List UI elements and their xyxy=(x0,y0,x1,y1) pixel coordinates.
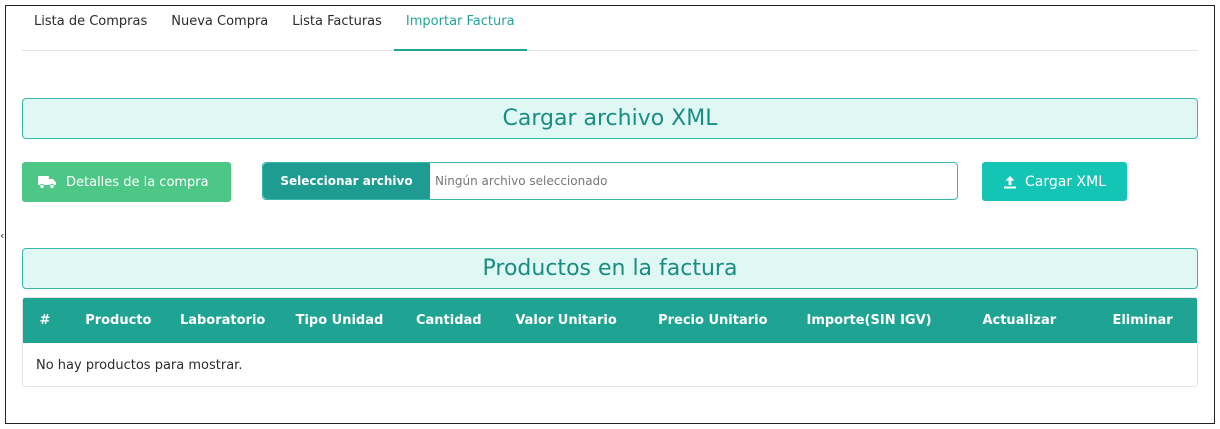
upload-xml-label: Cargar XML xyxy=(1024,173,1106,190)
file-status-text: Ningún archivo seleccionado xyxy=(435,174,608,188)
table-header-row: # Producto Laboratorio Tipo Unidad Canti… xyxy=(23,298,1197,343)
details-button[interactable]: Detalles de la compra xyxy=(22,162,231,202)
column-header[interactable]: Producto xyxy=(67,313,170,328)
tab-bar: Lista de Compras Nueva Compra Lista Fact… xyxy=(22,8,1198,51)
tab-lista-facturas[interactable]: Lista Facturas xyxy=(280,7,394,50)
empty-table-message: No hay productos para mostrar. xyxy=(36,357,243,373)
column-header[interactable]: Laboratorio xyxy=(170,313,276,328)
products-section-title: Productos en la factura xyxy=(22,248,1198,289)
column-header[interactable]: Valor Unitario xyxy=(494,313,638,328)
tab-nueva-compra[interactable]: Nueva Compra xyxy=(159,7,280,50)
products-table: # Producto Laboratorio Tipo Unidad Canti… xyxy=(22,297,1198,387)
column-header[interactable]: Tipo Unidad xyxy=(276,313,404,328)
select-file-button[interactable]: Seleccionar archivo xyxy=(263,163,430,199)
upload-xml-button[interactable]: Cargar XML xyxy=(982,162,1127,201)
side-arrow-mark: ‹ xyxy=(0,229,5,242)
details-button-label: Detalles de la compra xyxy=(66,174,209,190)
column-header[interactable]: # xyxy=(23,313,67,328)
file-input[interactable]: Seleccionar archivo Ningún archivo selec… xyxy=(262,162,958,200)
column-header[interactable]: Precio Unitario xyxy=(638,313,788,328)
tab-importar-factura[interactable]: Importar Factura xyxy=(393,7,527,51)
column-header[interactable]: Importe(SIN IGV) xyxy=(788,313,951,328)
tab-lista-de-compras[interactable]: Lista de Compras xyxy=(22,7,159,50)
upload-icon xyxy=(1003,175,1016,188)
column-header[interactable]: Eliminar xyxy=(1088,313,1197,328)
column-header[interactable]: Actualizar xyxy=(950,313,1088,328)
truck-icon xyxy=(38,176,56,189)
upload-section-title: Cargar archivo XML xyxy=(22,98,1198,139)
column-header[interactable]: Cantidad xyxy=(403,313,494,328)
